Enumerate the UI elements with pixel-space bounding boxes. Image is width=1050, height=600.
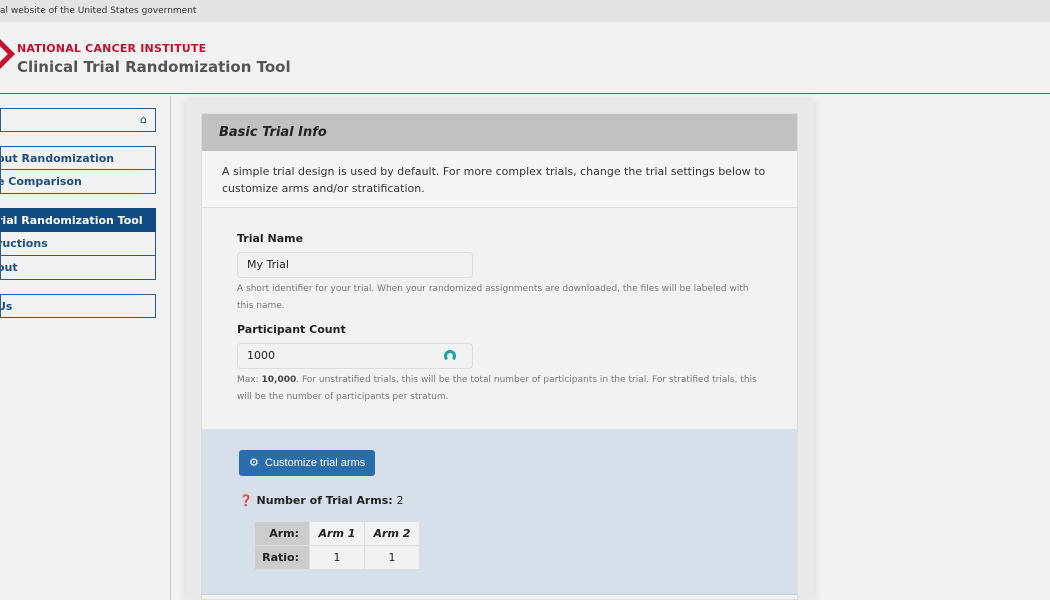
sidebar-item-contact-us[interactable]: Us <box>0 294 156 318</box>
trial-name-help: A short identifier for your trial. When … <box>237 284 749 311</box>
arms-table: Arm: Arm 1 Arm 2 Ratio: 1 1 <box>254 521 420 570</box>
gear-icon: ⚙ <box>249 457 259 469</box>
site-title[interactable]: Clinical Trial Randomization Tool <box>17 58 291 76</box>
participant-count-value: 1000 <box>247 349 275 362</box>
trial-form: Trial Name My Trial A short identifier f… <box>202 208 797 430</box>
sidebar-item-about-randomization[interactable]: out Randomization <box>0 146 156 170</box>
arm-name: Arm 2 <box>364 521 420 546</box>
org-name: NATIONAL CANCER INSTITUTE <box>17 42 207 55</box>
site-header: NATIONAL CANCER INSTITUTE Clinical Trial… <box>0 22 1050 94</box>
participant-count-help: Max: 10,000. For unstratified trials, th… <box>237 372 757 406</box>
nci-logo-icon <box>0 37 15 71</box>
arm-name: Arm 1 <box>309 521 365 546</box>
sidebar: ⌂ out Randomization e Comparison rial Ra… <box>0 108 156 332</box>
ratio-header: Ratio: <box>254 545 310 570</box>
arms-count-label: Number of Trial Arms: <box>256 494 393 507</box>
arm-ratio: 1 <box>364 545 420 570</box>
home-icon: ⌂ <box>140 113 147 126</box>
sidebar-item-randomization-tool[interactable]: rial Randomization Tool <box>0 208 156 232</box>
participant-count-label: Participant Count <box>237 323 346 336</box>
participant-count-input[interactable]: 1000 <box>237 343 473 369</box>
arms-count: 2 <box>396 494 404 507</box>
trial-name-input[interactable]: My Trial <box>237 252 473 278</box>
arm-ratio: 1 <box>309 545 365 570</box>
help-max: 10,000 <box>261 375 297 385</box>
button-label: Customize trial arms <box>265 457 366 469</box>
number-of-arms: ❓ Number of Trial Arms: 2 <box>239 494 760 507</box>
help-prefix: Max: <box>237 375 262 385</box>
sidebar-item-comparison[interactable]: e Comparison <box>0 170 156 194</box>
sidebar-item-about[interactable]: out <box>0 256 156 280</box>
sidebar-item-instructions[interactable]: ructions <box>0 232 156 256</box>
loading-spinner-icon <box>444 350 456 362</box>
table-row: Ratio: 1 1 <box>254 545 420 570</box>
gov-banner: al website of the United States governme… <box>0 0 1050 22</box>
basic-trial-info-panel: Basic Trial Info A simple trial design i… <box>201 113 798 600</box>
arm-header: Arm: <box>254 521 310 546</box>
trial-arms-section: ⚙ Customize trial arms ❓ Number of Trial… <box>202 430 797 595</box>
panel-description: A simple trial design is used by default… <box>202 151 797 208</box>
table-row: Arm: Arm 1 Arm 2 <box>254 521 420 546</box>
trial-name-label: Trial Name <box>237 232 304 245</box>
home-link[interactable]: ⌂ <box>0 108 156 132</box>
customize-trial-arms-button[interactable]: ⚙ Customize trial arms <box>239 450 376 476</box>
help-icon[interactable]: ❓ <box>239 494 253 507</box>
help-rest: . For unstratified trials, this will be … <box>237 375 757 402</box>
panel-title: Basic Trial Info <box>202 114 797 151</box>
divider <box>170 96 171 600</box>
